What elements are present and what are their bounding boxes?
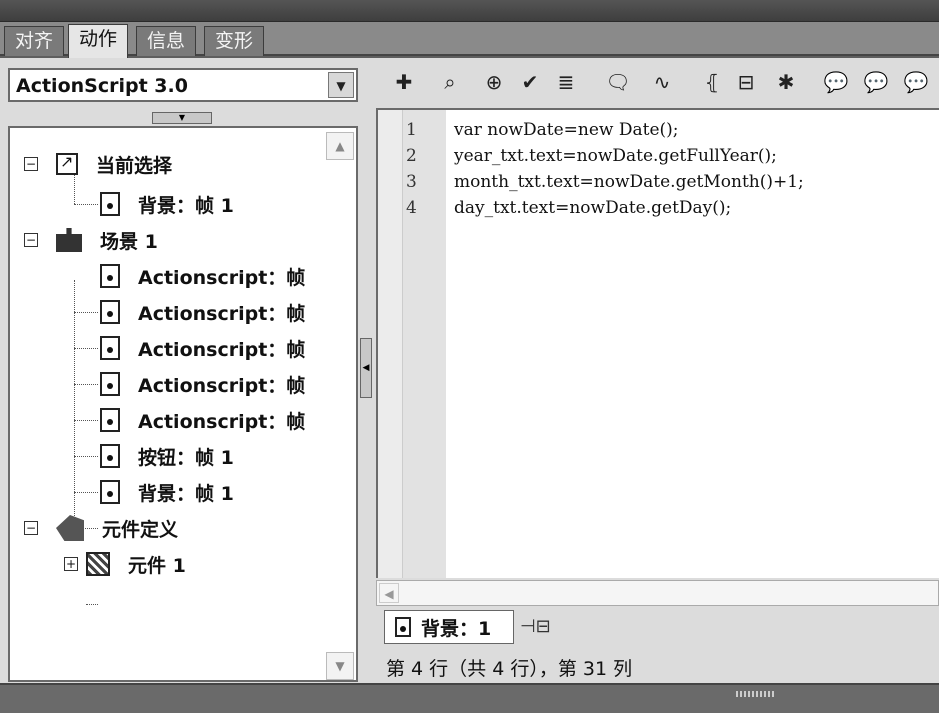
frame-icon <box>100 444 120 468</box>
debug-options-icon[interactable]: ∿ <box>648 68 676 96</box>
pane-splitter[interactable]: ◀ <box>360 338 372 398</box>
frame-icon <box>100 264 120 288</box>
scroll-down-icon[interactable]: ▼ <box>326 652 354 680</box>
tree-node-scene[interactable]: − 场景 1 <box>24 224 158 256</box>
tree-item-scene[interactable]: Actionscript：帧 <box>100 404 305 436</box>
tree-item-scene[interactable]: 背景：帧 1 <box>100 476 234 508</box>
tree-item-scene[interactable]: 按钮：帧 1 <box>100 440 234 472</box>
actions-toolbar: ✚ ⌕ ⊕ ✔ ≣ 🗨 ∿ ⦃ ⊟ ✱ 💬 💬 💬 <box>376 62 936 104</box>
frame-icon <box>100 300 120 324</box>
frame-icon <box>100 408 120 432</box>
status-line: 第 4 行（共 4 行），第 31 列 <box>386 658 633 680</box>
target-icon[interactable]: ⊕ <box>480 68 508 96</box>
collapse-selection-icon[interactable]: ⊟ <box>732 68 760 96</box>
line-number: 4 <box>406 198 417 218</box>
frame-icon <box>100 192 120 216</box>
resize-grip[interactable] <box>736 691 776 697</box>
add-statement-icon[interactable]: ✚ <box>390 68 418 96</box>
language-select-value: ActionScript 3.0 <box>16 75 188 97</box>
tree-item-scene[interactable]: Actionscript：帧 <box>100 368 305 400</box>
script-navigator: − 当前选择 背景：帧 1 − 场景 1 Actionscript：帧 Acti… <box>8 126 358 682</box>
frame-icon <box>100 372 120 396</box>
tree-item-scene[interactable]: Actionscript：帧 <box>100 332 305 364</box>
expand-all-icon[interactable]: ✱ <box>772 68 800 96</box>
title-bar <box>0 0 939 22</box>
line-number: 1 <box>406 120 417 140</box>
code-hint-icon[interactable]: 🗨 <box>604 68 632 96</box>
line-number: 3 <box>406 172 417 192</box>
pin-script-icon[interactable]: ⊣⊟ <box>520 616 551 637</box>
code-line: month_txt.text=nowDate.getMonth()+1; <box>454 172 804 192</box>
tab-align[interactable]: 对齐 <box>4 26 65 56</box>
tab-info[interactable]: 信息 <box>136 26 197 56</box>
collapse-icon[interactable]: − <box>24 157 38 171</box>
scene-icon <box>56 228 82 252</box>
panel-tab-bar: 对齐 动作 信息 变形 <box>0 22 939 58</box>
code-line: year_txt.text=nowDate.getFullYear(); <box>454 146 777 166</box>
symbol-definitions-icon <box>56 515 84 541</box>
movie-clip-icon <box>86 552 110 576</box>
tree-node-symbol[interactable]: + 元件 1 <box>64 548 186 580</box>
script-frame-tab[interactable]: 背景：1 <box>384 610 514 644</box>
tree-item-scene[interactable]: Actionscript：帧 <box>100 296 305 328</box>
scroll-up-icon[interactable]: ▲ <box>326 132 354 160</box>
auto-format-icon[interactable]: ≣ <box>552 68 580 96</box>
editor-horizontal-scrollbar[interactable]: ◀ <box>376 580 939 606</box>
frame-icon <box>100 480 120 504</box>
tree-node-symbol-definitions[interactable]: − 元件定义 <box>24 512 178 544</box>
scroll-left-icon[interactable]: ◀ <box>379 583 399 603</box>
frame-icon <box>100 336 120 360</box>
uncomment-icon[interactable]: 💬 <box>902 68 930 96</box>
tree-item-scene[interactable]: Actionscript：帧 <box>100 260 305 292</box>
find-icon[interactable]: ⌕ <box>436 68 464 96</box>
collapse-icon[interactable]: − <box>24 233 38 247</box>
tree-node-current-selection[interactable]: − 当前选择 <box>24 148 172 180</box>
script-editor[interactable]: 1 2 3 4 var nowDate=new Date(); year_txt… <box>376 108 939 578</box>
check-syntax-icon[interactable]: ✔ <box>516 68 544 96</box>
comment-line-icon[interactable]: 💬 <box>862 68 890 96</box>
actions-panel: ActionScript 3.0 ▼ ▼ − 当前选择 背景：帧 1 − 场景 … <box>0 58 939 683</box>
collapse-braces-icon[interactable]: ⦃ <box>698 68 726 96</box>
language-select[interactable]: ActionScript 3.0 ▼ <box>8 68 358 102</box>
selection-icon <box>56 152 78 175</box>
comment-block-icon[interactable]: 💬 <box>822 68 850 96</box>
tab-actions[interactable]: 动作 <box>68 24 129 58</box>
line-number: 2 <box>406 146 417 166</box>
chevron-down-icon[interactable]: ▼ <box>328 72 354 98</box>
tree-item-current-frame[interactable]: 背景：帧 1 <box>100 188 234 220</box>
code-line: day_txt.text=nowDate.getDay(); <box>454 198 732 218</box>
tree-scrollbar[interactable]: ▲ ▼ <box>326 132 354 680</box>
collapse-handle[interactable]: ▼ <box>152 112 212 124</box>
collapse-icon[interactable]: − <box>24 521 38 535</box>
code-line: var nowDate=new Date(); <box>454 120 679 140</box>
bottom-bar <box>0 683 939 713</box>
tab-transform[interactable]: 变形 <box>204 26 265 56</box>
frame-icon <box>395 617 411 637</box>
expand-icon[interactable]: + <box>64 557 78 571</box>
